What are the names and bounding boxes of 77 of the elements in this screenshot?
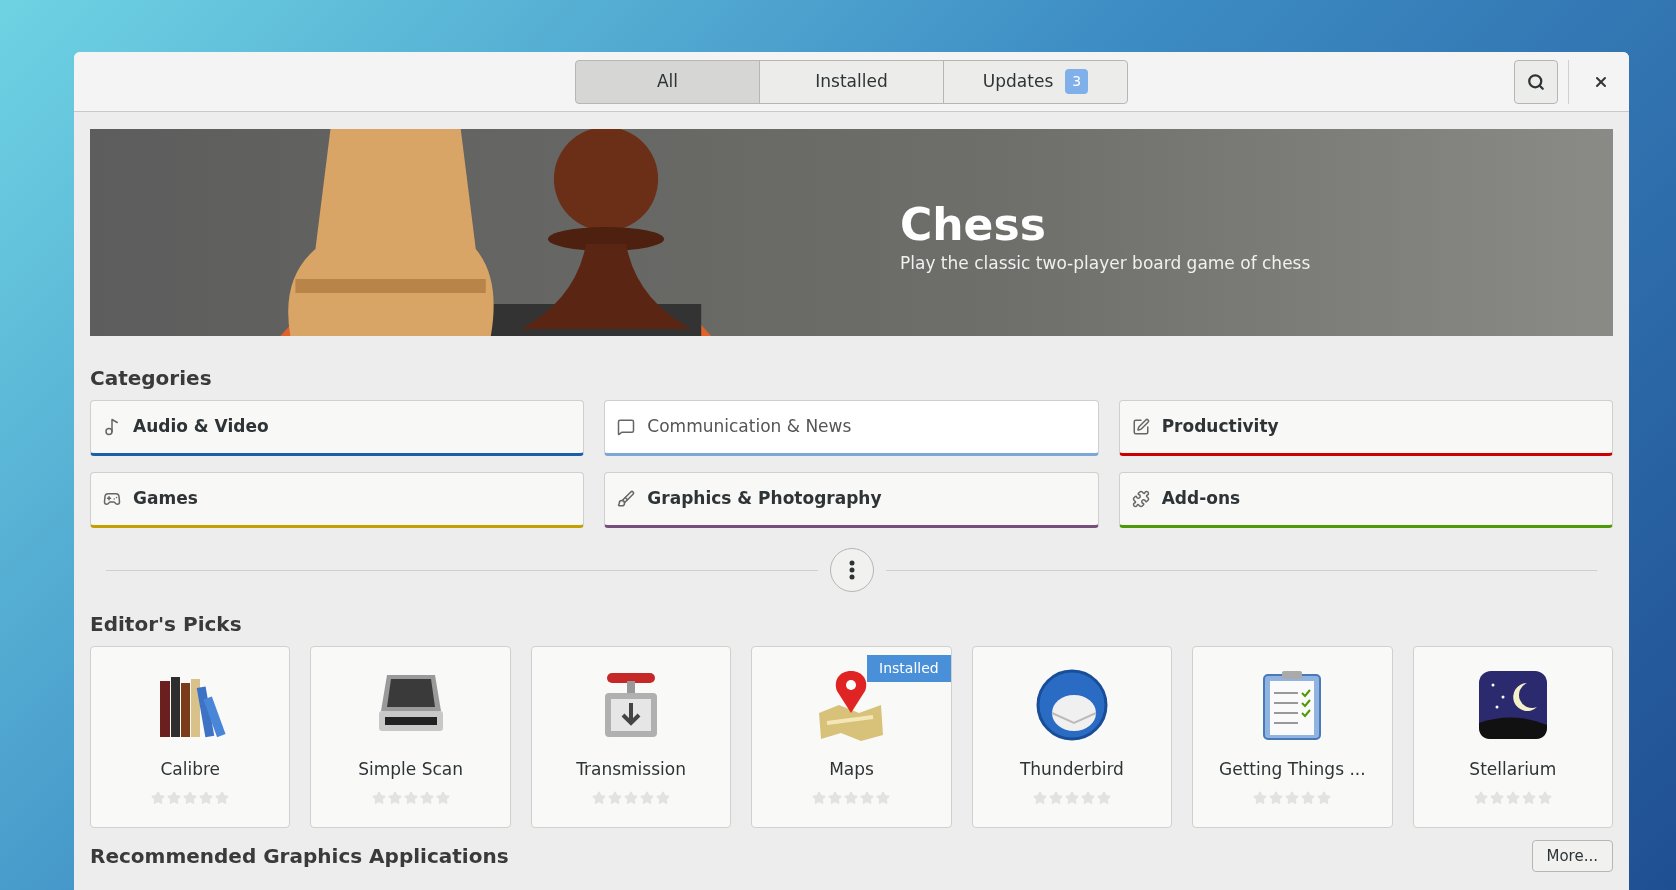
star-icon bbox=[812, 790, 827, 805]
star-icon bbox=[1032, 790, 1047, 805]
more-button[interactable]: More... bbox=[1531, 840, 1613, 872]
update-count-badge: 3 bbox=[1065, 69, 1089, 94]
app-name: Calibre bbox=[160, 758, 220, 781]
puzzle-icon bbox=[1131, 490, 1150, 508]
installed-badge: Installed bbox=[867, 655, 951, 682]
banner-title: Chess bbox=[900, 199, 1047, 251]
app-tile[interactable]: Transmission bbox=[530, 646, 732, 828]
star-icon bbox=[419, 790, 434, 805]
star-icon bbox=[828, 790, 843, 805]
star-icon bbox=[1489, 790, 1504, 805]
app-name: Transmission bbox=[576, 758, 686, 781]
star-icon bbox=[844, 790, 859, 805]
category-button[interactable]: Audio & Video bbox=[90, 400, 585, 456]
star-icon bbox=[1537, 790, 1552, 805]
app-tile[interactable]: Installed Maps bbox=[751, 646, 952, 828]
star-icon bbox=[656, 790, 671, 805]
star-icon bbox=[1048, 790, 1063, 805]
star-icon bbox=[1064, 790, 1079, 805]
search-icon bbox=[1527, 72, 1545, 91]
app-name: Maps bbox=[829, 758, 874, 781]
category-button[interactable]: Games bbox=[90, 472, 585, 528]
view-tab[interactable]: Updates 3 bbox=[943, 59, 1128, 104]
more-categories-button[interactable] bbox=[829, 548, 874, 592]
star-icon bbox=[183, 790, 198, 805]
brush-icon bbox=[617, 490, 636, 508]
chat-icon bbox=[617, 418, 636, 436]
star-icon bbox=[1285, 790, 1300, 805]
app-tile[interactable]: Stellarium bbox=[1412, 646, 1613, 828]
star-icon bbox=[167, 790, 182, 805]
star-icon bbox=[1096, 790, 1111, 805]
gamepad-icon bbox=[103, 490, 121, 508]
star-icon bbox=[215, 790, 230, 805]
star-icon bbox=[387, 790, 402, 805]
star-icon bbox=[1269, 790, 1284, 805]
section-heading: Recommended Graphics Applications bbox=[90, 844, 509, 868]
view-tab[interactable]: All bbox=[575, 59, 760, 104]
star-icon bbox=[876, 790, 891, 805]
music-icon bbox=[103, 418, 121, 436]
star-icon bbox=[435, 790, 450, 805]
category-button[interactable]: Add-ons bbox=[1118, 472, 1613, 528]
star-icon bbox=[1317, 790, 1332, 805]
star-icon bbox=[1505, 790, 1520, 805]
section-heading: Editor's Picks bbox=[90, 612, 243, 636]
star-icon bbox=[1301, 790, 1316, 805]
view-tab[interactable]: Installed bbox=[759, 59, 944, 104]
more-icon bbox=[848, 560, 855, 580]
banner-description: Play the classic two-player board game of chess bbox=[900, 252, 1312, 275]
star-icon bbox=[1521, 790, 1536, 805]
app-tile[interactable]: Simple Scan bbox=[310, 646, 511, 828]
app-name: Simple Scan bbox=[358, 758, 463, 781]
featured-banner[interactable]: Chess Play the classic two-player board game of chess bbox=[90, 129, 1613, 336]
star-icon bbox=[624, 790, 639, 805]
star-icon bbox=[199, 790, 214, 805]
star-icon bbox=[371, 790, 386, 805]
app-tile[interactable]: Getting Things ... bbox=[1192, 646, 1393, 828]
category-button[interactable]: Communication & News bbox=[604, 400, 1099, 456]
edit-icon bbox=[1131, 418, 1150, 436]
star-icon bbox=[1473, 790, 1488, 805]
app-name: Getting Things ... bbox=[1219, 758, 1366, 781]
star-icon bbox=[1253, 790, 1268, 805]
star-icon bbox=[640, 790, 655, 805]
star-icon bbox=[592, 790, 607, 805]
app-tile[interactable]: Thunderbird bbox=[971, 646, 1173, 828]
star-icon bbox=[860, 790, 875, 805]
app-tile[interactable]: Calibre bbox=[90, 646, 291, 828]
star-icon bbox=[1080, 790, 1095, 805]
star-icon bbox=[608, 790, 623, 805]
star-icon bbox=[151, 790, 166, 805]
category-button[interactable]: Graphics & Photography bbox=[604, 472, 1099, 528]
category-button[interactable]: Productivity bbox=[1118, 400, 1613, 456]
star-icon bbox=[403, 790, 418, 805]
section-heading: Categories bbox=[90, 366, 213, 390]
search-button[interactable] bbox=[1514, 59, 1558, 104]
app-name: Stellarium bbox=[1469, 758, 1557, 781]
app-name: Thunderbird bbox=[1019, 758, 1124, 781]
